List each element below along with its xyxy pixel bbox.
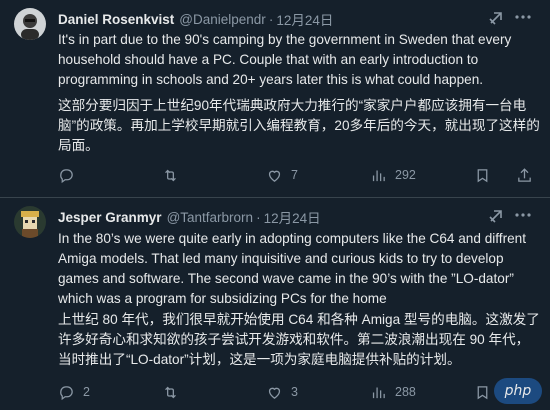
grok-icon[interactable]	[488, 10, 504, 26]
tweet[interactable]: Daniel Rosenkvist @Danielpendr · 12月24日 …	[0, 0, 550, 197]
author-name[interactable]: Jesper Granmyr	[58, 210, 162, 225]
bookmark-icon	[477, 168, 488, 182]
reply-button[interactable]: 2	[58, 381, 90, 403]
separator-dot: ·	[268, 11, 274, 27]
timestamp[interactable]: 12月24日	[264, 207, 321, 227]
bookmark-icon	[477, 385, 488, 399]
tweet-translation: 上世纪 80 年代，我们很早就开始使用 C64 和各种 Amiga 型号的电脑。…	[58, 312, 540, 367]
avatar[interactable]	[14, 8, 46, 40]
tweet-text: In the 80’s we were quite early in adopt…	[58, 231, 527, 306]
retweet-button[interactable]	[162, 164, 187, 186]
author-handle[interactable]: @Danielpendr	[179, 12, 266, 27]
timestamp[interactable]: 12月24日	[276, 9, 333, 29]
share-icon	[518, 167, 531, 182]
author-name[interactable]: Daniel Rosenkvist	[58, 12, 174, 27]
views-count: 288	[395, 385, 416, 399]
reply-count: 2	[83, 385, 90, 399]
reply-icon	[60, 385, 73, 400]
bookmark-button[interactable]	[474, 381, 491, 403]
retweet-icon	[165, 169, 176, 181]
reply-icon	[60, 168, 73, 183]
views-button[interactable]: 292	[370, 164, 416, 186]
more-icon[interactable]	[514, 206, 532, 224]
like-count: 7	[291, 168, 298, 182]
share-button[interactable]	[516, 164, 533, 186]
author-handle[interactable]: @Tantfarbrorn	[167, 210, 254, 225]
like-button[interactable]: 7	[266, 164, 298, 186]
like-count: 3	[291, 385, 298, 399]
like-icon	[268, 387, 281, 399]
tweet[interactable]: Jesper Granmyr @Tantfarbrorn · 12月24日 In…	[0, 198, 550, 410]
retweet-button[interactable]	[162, 381, 187, 403]
action-bar: 2 3 288	[58, 381, 540, 403]
grok-icon[interactable]	[488, 208, 504, 224]
separator-dot: ·	[256, 209, 261, 225]
like-icon	[268, 170, 281, 182]
views-icon	[372, 170, 385, 181]
action-bar: 7 292	[58, 164, 540, 186]
retweet-icon	[165, 386, 176, 398]
bookmark-button[interactable]	[474, 164, 491, 186]
more-icon[interactable]	[514, 8, 532, 26]
avatar[interactable]	[14, 206, 46, 238]
views-button[interactable]: 288	[370, 381, 416, 403]
reply-button[interactable]	[58, 164, 83, 186]
tweet-text: It's in part due to the 90's camping by …	[58, 32, 512, 87]
like-button[interactable]: 3	[266, 381, 298, 403]
views-icon	[372, 387, 385, 398]
views-count: 292	[395, 168, 416, 182]
php-watermark: php	[494, 378, 542, 404]
tweet-translation: 这部分要归因于上世纪90年代瑞典政府大力推行的“家家户户都应该拥有一台电脑”的政…	[58, 98, 540, 153]
